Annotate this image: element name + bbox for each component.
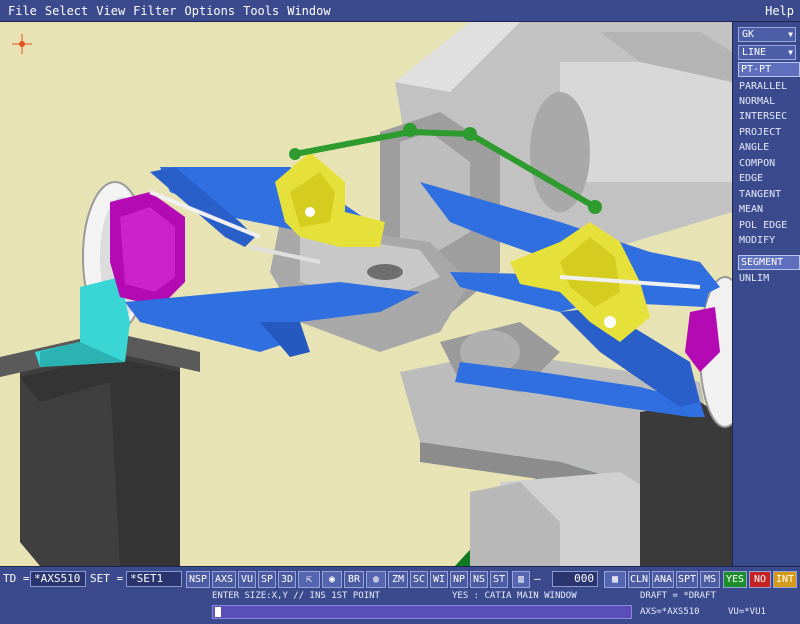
- option-intersec[interactable]: INTERSEC: [738, 109, 800, 124]
- spt-button[interactable]: SPT: [676, 571, 698, 588]
- menu-bar: File Select View Filter Options Tools Wi…: [0, 0, 800, 22]
- ms-button[interactable]: MS: [700, 571, 720, 588]
- menu-options[interactable]: Options: [181, 4, 240, 18]
- 3d-button[interactable]: 3D: [278, 571, 296, 588]
- type-dropdown-value: LINE: [742, 47, 767, 58]
- wi-button[interactable]: WI: [430, 571, 448, 588]
- option-unlim[interactable]: UNLIM: [738, 271, 800, 286]
- menu-view[interactable]: View: [92, 4, 129, 18]
- 3d-viewport[interactable]: [0, 22, 732, 566]
- axs-button[interactable]: AXS: [212, 571, 236, 588]
- grid-icon[interactable]: ▦: [604, 571, 626, 588]
- ns-button[interactable]: NS: [470, 571, 488, 588]
- options-panel: GK ▼ LINE ▼ PT-PT PARALLEL NORMAL INTERS…: [732, 22, 800, 566]
- vu-status: VU=*VU1: [728, 607, 766, 617]
- window-message: YES : CATIA MAIN WINDOW: [452, 591, 577, 601]
- menu-help[interactable]: Help: [761, 4, 800, 18]
- dash-separator-icon: —: [534, 572, 541, 585]
- option-segment[interactable]: SEGMENT: [738, 255, 800, 270]
- zm-button[interactable]: ZM: [388, 571, 408, 588]
- menu-tools[interactable]: Tools: [239, 4, 283, 18]
- option-mean[interactable]: MEAN: [738, 202, 800, 217]
- set-field[interactable]: *SET1: [126, 571, 182, 587]
- input-bar[interactable]: [212, 605, 632, 619]
- option-parallel[interactable]: PARALLEL: [738, 79, 800, 94]
- sp-button[interactable]: SP: [258, 571, 276, 588]
- option-tangent[interactable]: TANGENT: [738, 187, 800, 202]
- command-row: TD = *AXS510 SET = *SET1 NSP AXS VU SP 3…: [0, 570, 800, 588]
- br-button[interactable]: BR: [344, 571, 364, 588]
- yes-button[interactable]: YES: [723, 571, 747, 588]
- cln-button[interactable]: CLN: [628, 571, 650, 588]
- prompt-message: ENTER SIZE:X,Y // INS 1ST POINT: [212, 591, 380, 601]
- option-project[interactable]: PROJECT: [738, 125, 800, 140]
- chevron-down-icon: ▼: [788, 48, 793, 57]
- td-field[interactable]: *AXS510: [30, 571, 86, 587]
- td-label: TD =: [3, 572, 30, 585]
- layer-icon[interactable]: ▥: [512, 571, 530, 588]
- no-button[interactable]: NO: [749, 571, 771, 588]
- option-normal[interactable]: NORMAL: [738, 94, 800, 109]
- exit-icon[interactable]: ⇱: [298, 571, 320, 588]
- set-label: SET =: [90, 572, 124, 585]
- option-compon[interactable]: COMPON: [738, 156, 800, 171]
- mode-dropdown-value: GK: [742, 29, 755, 40]
- draft-status: DRAFT = *DRAFT: [640, 591, 716, 601]
- sc-button[interactable]: SC: [410, 571, 428, 588]
- vu-button[interactable]: VU: [238, 571, 256, 588]
- option-edge[interactable]: EDGE: [738, 171, 800, 186]
- nsp-button[interactable]: NSP: [186, 571, 210, 588]
- option-modify[interactable]: MODIFY: [738, 233, 800, 248]
- option-angle[interactable]: ANGLE: [738, 140, 800, 155]
- option-pt-pt[interactable]: PT-PT: [738, 62, 800, 77]
- option-pol-edge[interactable]: POL EDGE: [738, 218, 800, 233]
- layer-field[interactable]: 000: [552, 571, 598, 587]
- globe-icon[interactable]: ◍: [366, 571, 386, 588]
- chevron-down-icon: ▼: [788, 30, 793, 39]
- int-button[interactable]: INT: [773, 571, 797, 588]
- menu-file[interactable]: File: [4, 4, 41, 18]
- text-cursor: [215, 607, 221, 617]
- st-button[interactable]: ST: [490, 571, 508, 588]
- mode-dropdown[interactable]: GK ▼: [738, 27, 796, 42]
- axs-status: AXS=*AXS510: [640, 607, 700, 617]
- menu-select[interactable]: Select: [41, 4, 92, 18]
- suspension-model: [0, 22, 732, 566]
- palette-icon[interactable]: ◉: [322, 571, 342, 588]
- ana-button[interactable]: ANA: [652, 571, 674, 588]
- np-button[interactable]: NP: [450, 571, 468, 588]
- type-dropdown[interactable]: LINE ▼: [738, 45, 796, 60]
- menu-window[interactable]: Window: [283, 4, 334, 18]
- menu-filter[interactable]: Filter: [129, 4, 180, 18]
